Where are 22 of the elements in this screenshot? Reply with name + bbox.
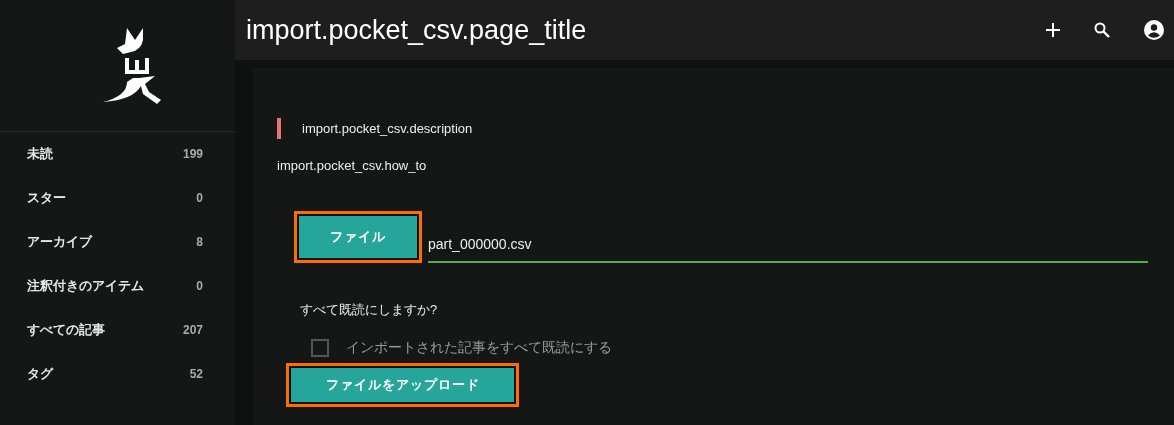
search-icon[interactable] <box>1094 22 1110 38</box>
plus-icon[interactable] <box>1046 23 1060 37</box>
sidebar-item[interactable]: スター 0 <box>0 176 235 220</box>
account-icon[interactable] <box>1144 20 1164 40</box>
how-to-text: import.pocket_csv.how_to <box>277 158 428 173</box>
checkbox-label: インポートされた記事をすべて既読にする <box>346 339 612 357</box>
page-title: import.pocket_csv.page_title <box>246 14 587 46</box>
item-count: 199 <box>182 147 203 161</box>
sidebar-item[interactable]: 注釈付きのアイテム 0 <box>0 264 235 308</box>
item-count: 52 <box>189 367 203 381</box>
sidebar-item[interactable]: アーカイブ 8 <box>0 220 235 264</box>
item-count: 0 <box>196 279 203 293</box>
sidebar-item[interactable]: すべての記事 207 <box>0 308 235 352</box>
item-count: 8 <box>196 235 203 249</box>
sidebar-item[interactable]: 未読 199 <box>0 132 235 176</box>
checkbox[interactable] <box>311 339 329 357</box>
mark-read-question: すべて既読にしますか? <box>300 301 439 319</box>
item-count: 0 <box>196 191 203 205</box>
description-text: import.pocket_csv.description <box>302 121 473 136</box>
item-count: 207 <box>182 323 203 337</box>
sidebar-item[interactable]: タグ 52 <box>0 352 235 396</box>
file-name-field[interactable]: part_000000.csv <box>428 236 1148 263</box>
